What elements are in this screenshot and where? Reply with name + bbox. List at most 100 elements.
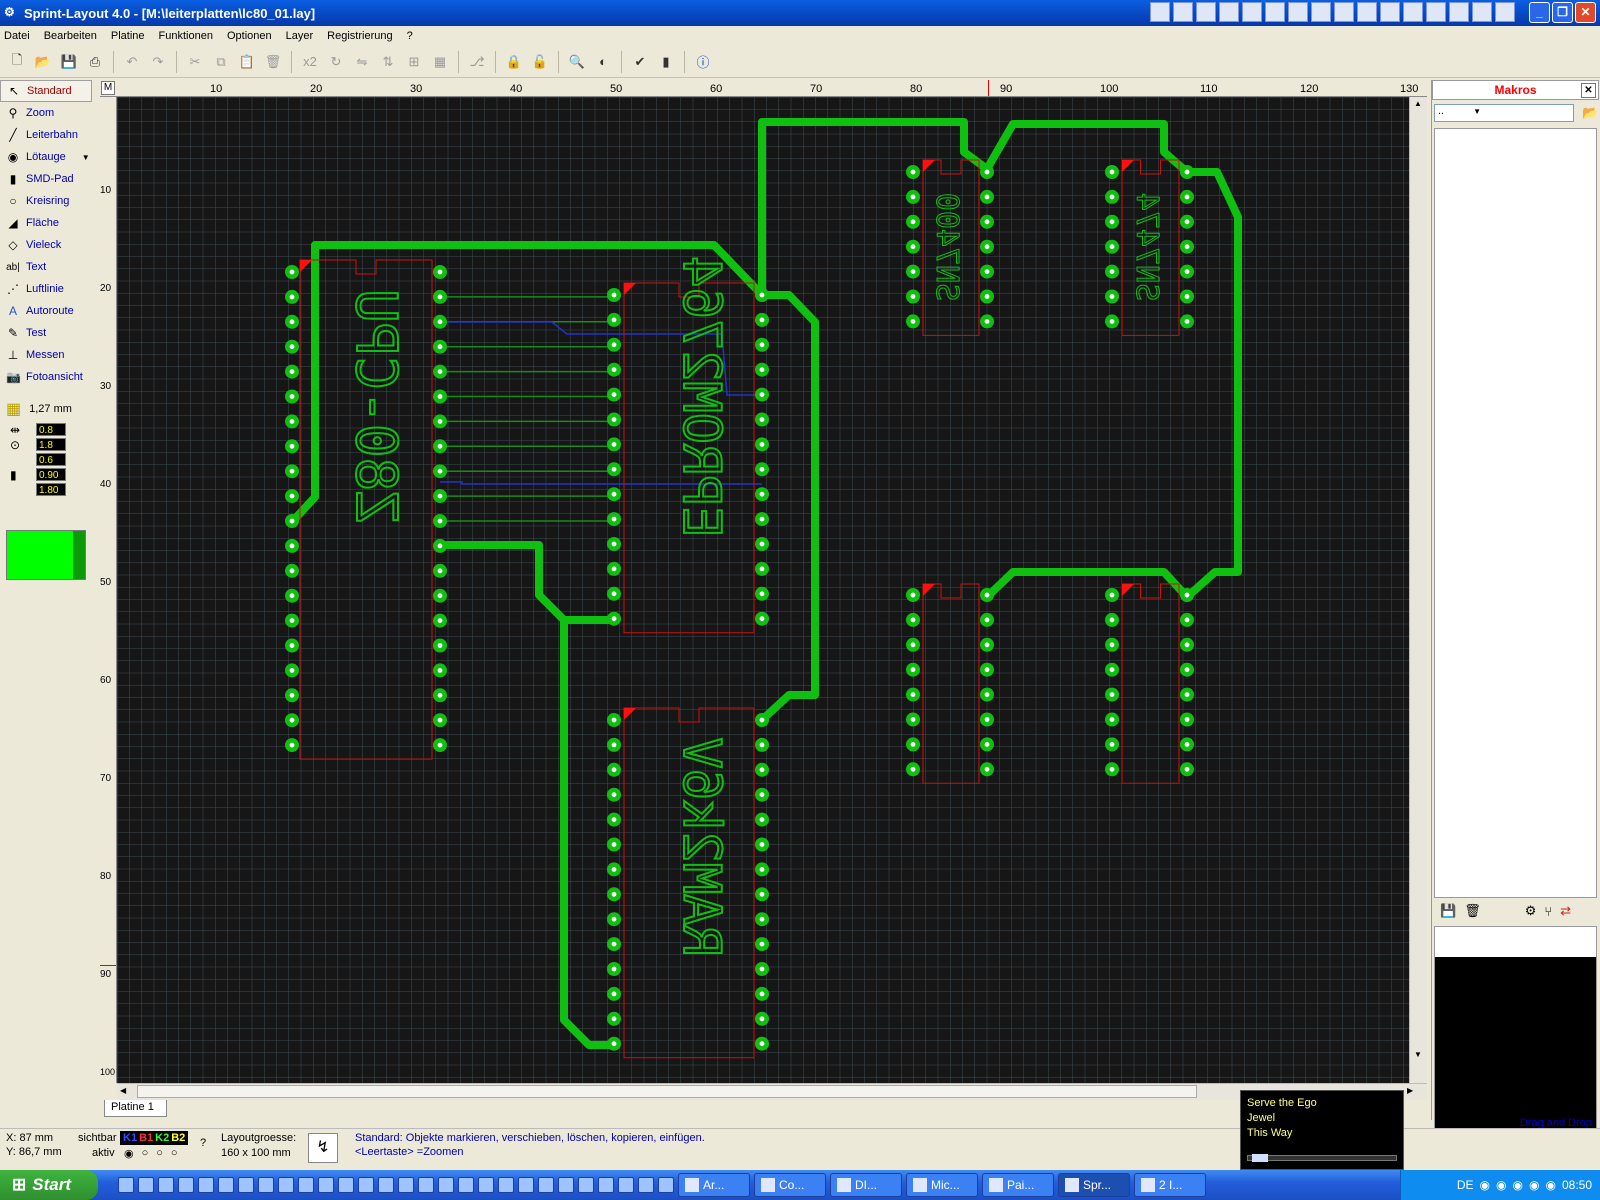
quicklaunch-icon[interactable] <box>538 1177 554 1193</box>
layer-help[interactable]: ? <box>200 1137 206 1149</box>
quicklaunch-icon[interactable] <box>478 1177 494 1193</box>
start-button[interactable]: ⊞ Start <box>0 1170 98 1200</box>
align-icon[interactable]: ⊞ <box>403 51 425 73</box>
gear-icon[interactable]: ⚙ <box>1525 903 1537 919</box>
tool-smd-pad[interactable]: ▮ SMD-Pad <box>0 168 92 190</box>
quicklaunch-icon[interactable] <box>378 1177 394 1193</box>
tool-messen[interactable]: ⊥ Messen <box>0 344 92 366</box>
radio-k2[interactable]: ○ <box>156 1147 163 1160</box>
minimize-button[interactable]: _ <box>1529 2 1550 23</box>
track-width-field[interactable]: 0.8 <box>36 423 66 436</box>
tray-icon[interactable]: ◉ <box>1545 1178 1555 1192</box>
quicklaunch-icon[interactable] <box>178 1177 194 1193</box>
quicklaunch-icon[interactable] <box>198 1177 214 1193</box>
taskbar-button[interactable]: DI... <box>830 1173 902 1197</box>
restore-button[interactable]: ❐ <box>1552 2 1573 23</box>
tool-luftlinie[interactable]: ⋰ Luftlinie <box>0 278 92 300</box>
quicklaunch-icon[interactable] <box>658 1177 674 1193</box>
folder-open-icon[interactable]: 📂 <box>1582 105 1598 121</box>
grid-setting[interactable]: ▦ 1,27 mm <box>0 396 92 422</box>
print-icon[interactable]: ⎙ <box>84 51 106 73</box>
group-icon[interactable]: ▦ <box>429 51 451 73</box>
seek-bar[interactable] <box>1247 1154 1397 1162</box>
app-shortcut-icon[interactable] <box>1288 2 1308 22</box>
swap-icon[interactable]: ⇄ <box>1560 903 1571 919</box>
quicklaunch-icon[interactable] <box>318 1177 334 1193</box>
quicklaunch-icon[interactable] <box>358 1177 374 1193</box>
app-shortcut-icon[interactable] <box>1380 2 1400 22</box>
radio-k1[interactable]: ◉ <box>124 1147 134 1160</box>
delete-icon[interactable]: 🗑 <box>262 51 284 73</box>
radio-b1[interactable]: ○ <box>142 1147 149 1160</box>
app-shortcut-icon[interactable] <box>1472 2 1492 22</box>
tool-fotoansicht[interactable]: 📷 Fotoansicht <box>0 366 92 388</box>
chevron-down-icon[interactable]: ▼ <box>82 153 90 162</box>
app-shortcut-icon[interactable] <box>1219 2 1239 22</box>
rotate-icon[interactable]: ↻ <box>325 51 347 73</box>
tool-standard[interactable]: ↖ Standard <box>0 80 92 102</box>
tray-icon[interactable]: ◉ <box>1496 1178 1506 1192</box>
save-icon[interactable]: 💾 <box>1440 903 1456 919</box>
tray-icon[interactable]: ◉ <box>1529 1178 1539 1192</box>
app-shortcut-icon[interactable] <box>1449 2 1469 22</box>
layer-b2[interactable]: B2 <box>171 1132 185 1144</box>
app-shortcut-icon[interactable] <box>1357 2 1377 22</box>
pad-outer-field[interactable]: 1.8 <box>36 438 66 451</box>
quicklaunch-icon[interactable] <box>258 1177 274 1193</box>
mirror-v-icon[interactable]: ⇅ <box>377 51 399 73</box>
app-icon[interactable]: ⚙ <box>4 5 20 21</box>
menu-bearbeiten[interactable]: Bearbeiten <box>44 30 97 42</box>
mirror-h-icon[interactable]: ⇋ <box>351 51 373 73</box>
connect-icon[interactable]: ⎇ <box>466 51 488 73</box>
app-shortcut-icon[interactable] <box>1403 2 1423 22</box>
quicklaunch-icon[interactable] <box>418 1177 434 1193</box>
drc-icon[interactable]: ✔ <box>629 51 651 73</box>
menu-platine[interactable]: Platine <box>111 30 145 42</box>
app-shortcut-icon[interactable] <box>1426 2 1446 22</box>
redo-icon[interactable]: ↷ <box>147 51 169 73</box>
taskbar-button[interactable]: 2 I... <box>1134 1173 1206 1197</box>
taskbar-button[interactable]: Mic... <box>906 1173 978 1197</box>
quicklaunch-icon[interactable] <box>598 1177 614 1193</box>
tool-zoom[interactable]: ⚲ Zoom <box>0 102 92 124</box>
menu-optionen[interactable]: Optionen <box>227 30 272 42</box>
open-icon[interactable]: 📂 <box>32 51 54 73</box>
copy-icon[interactable]: ⧉ <box>210 51 232 73</box>
menu-layer[interactable]: Layer <box>286 30 314 42</box>
scroll-right-icon[interactable]: ▶ <box>1407 1086 1413 1095</box>
menu-help[interactable]: ? <box>407 30 413 42</box>
taskbar-button-active[interactable]: Spr... <box>1058 1173 1130 1197</box>
ruler-corner[interactable]: M <box>101 81 115 95</box>
quicklaunch-icon[interactable] <box>618 1177 634 1193</box>
info-icon[interactable]: ⓘ <box>692 51 714 73</box>
tray-icon[interactable]: ◉ <box>1480 1178 1490 1192</box>
brightness-icon[interactable]: ◐ <box>592 51 614 73</box>
app-shortcut-icon[interactable] <box>1265 2 1285 22</box>
layer-k1[interactable]: K1 <box>123 1132 137 1144</box>
vertical-scrollbar[interactable]: ▲ ▼ <box>1409 97 1427 1083</box>
layer-color-swatch[interactable] <box>6 530 86 580</box>
scroll-thumb[interactable] <box>137 1085 1197 1098</box>
quicklaunch-icon[interactable] <box>578 1177 594 1193</box>
tool-text[interactable]: ab| Text <box>0 256 92 278</box>
unlock-icon[interactable]: 🔓 <box>529 51 551 73</box>
cut-icon[interactable]: ✂ <box>184 51 206 73</box>
app-shortcut-icon[interactable] <box>1173 2 1193 22</box>
quicklaunch-icon[interactable] <box>298 1177 314 1193</box>
lock-icon[interactable]: 🔒 <box>503 51 525 73</box>
route-icon[interactable]: ↯ <box>308 1133 338 1163</box>
quicklaunch-icon[interactable] <box>558 1177 574 1193</box>
app-shortcut-icon[interactable] <box>1150 2 1170 22</box>
taskbar-button[interactable]: Pai... <box>982 1173 1054 1197</box>
scroll-left-icon[interactable]: ◀ <box>120 1086 126 1095</box>
tool-autoroute[interactable]: A Autoroute <box>0 300 92 322</box>
quicklaunch-icon[interactable] <box>278 1177 294 1193</box>
quicklaunch-icon[interactable] <box>218 1177 234 1193</box>
menu-funktionen[interactable]: Funktionen <box>159 30 213 42</box>
tool-flaeche[interactable]: ◢ Fläche <box>0 212 92 234</box>
menu-registrierung[interactable]: Registrierung <box>327 30 392 42</box>
tool-loetauge[interactable]: ◉ Lötauge ▼ <box>0 146 92 168</box>
close-button[interactable]: ✕ <box>1575 2 1596 23</box>
app-shortcut-icon[interactable] <box>1334 2 1354 22</box>
paste-icon[interactable]: 📋 <box>236 51 258 73</box>
